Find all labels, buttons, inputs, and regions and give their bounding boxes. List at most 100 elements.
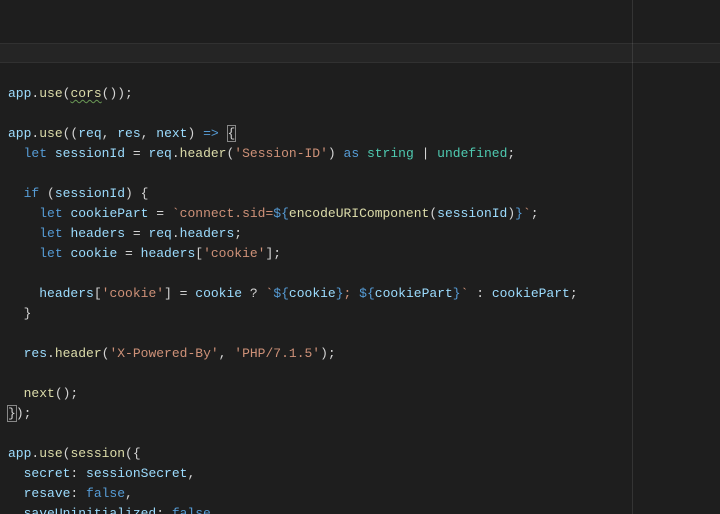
code-token: false — [172, 506, 211, 514]
code-token: ) — [328, 146, 344, 161]
code-line[interactable]: app.use((req, res, next) => { — [8, 124, 720, 144]
code-token — [8, 346, 24, 361]
code-token: resave — [24, 486, 71, 501]
code-token: saveUninitialized — [24, 506, 157, 514]
code-token: header — [55, 346, 102, 361]
code-token: secret — [24, 466, 71, 481]
code-editor[interactable]: app.use(cors()); app.use((req, res, next… — [0, 0, 720, 514]
code-token: ) { — [125, 186, 148, 201]
code-line[interactable]: }); — [8, 404, 720, 424]
code-token — [219, 126, 227, 141]
code-token: { — [227, 125, 237, 142]
code-line[interactable]: app.use(cors()); — [8, 84, 720, 104]
code-token: . — [172, 146, 180, 161]
code-token: app — [8, 446, 31, 461]
code-token: : — [156, 506, 172, 514]
code-line[interactable]: let cookiePart = `connect.sid=${encodeUR… — [8, 204, 720, 224]
code-token: ${ — [359, 286, 375, 301]
code-token: } — [8, 306, 31, 321]
code-token: sessionId — [55, 146, 125, 161]
code-line[interactable] — [8, 324, 720, 344]
code-token: } — [453, 286, 461, 301]
code-line[interactable]: next(); — [8, 384, 720, 404]
code-line[interactable]: } — [8, 304, 720, 324]
code-line[interactable] — [8, 264, 720, 284]
code-token — [8, 506, 24, 514]
code-token: ] = — [164, 286, 195, 301]
code-token: undefined — [437, 146, 507, 161]
code-token: cookiePart — [492, 286, 570, 301]
code-token: headers — [180, 226, 235, 241]
code-token — [8, 466, 24, 481]
code-token: ; — [531, 206, 539, 221]
code-line[interactable]: let cookie = headers['cookie']; — [8, 244, 720, 264]
code-token — [47, 146, 55, 161]
code-token: ; — [234, 226, 242, 241]
code-token: cookie — [195, 286, 242, 301]
code-line[interactable]: resave: false, — [8, 484, 720, 504]
code-token: : — [468, 286, 491, 301]
code-line[interactable]: secret: sessionSecret, — [8, 464, 720, 484]
code-token: : — [70, 486, 86, 501]
code-token: req — [148, 146, 171, 161]
code-token: = — [125, 226, 148, 241]
code-token: use — [39, 446, 62, 461]
code-token: ]; — [266, 246, 282, 261]
code-token: [ — [195, 246, 203, 261]
code-line[interactable] — [8, 164, 720, 184]
code-line[interactable]: headers['cookie'] = cookie ? `${cookie};… — [8, 284, 720, 304]
code-token: , — [141, 126, 157, 141]
code-token: header — [180, 146, 227, 161]
code-token: req — [78, 126, 101, 141]
code-token: [ — [94, 286, 102, 301]
code-line[interactable] — [8, 104, 720, 124]
code-token: if — [24, 186, 40, 201]
code-token: res — [24, 346, 47, 361]
code-token: cookiePart — [375, 286, 453, 301]
code-token: headers — [141, 246, 196, 261]
code-content[interactable]: app.use(cors()); app.use((req, res, next… — [8, 84, 720, 514]
code-line[interactable]: if (sessionId) { — [8, 184, 720, 204]
code-token: 'PHP/7.1.5' — [234, 346, 320, 361]
code-token: => — [203, 126, 219, 141]
code-token: = — [148, 206, 171, 221]
code-line[interactable]: let sessionId = req.header('Session-ID')… — [8, 144, 720, 164]
code-line[interactable]: let headers = req.headers; — [8, 224, 720, 244]
code-line[interactable] — [8, 364, 720, 384]
code-token — [8, 186, 24, 201]
code-token: (( — [63, 126, 79, 141]
code-token: , — [211, 506, 219, 514]
code-token: 'X-Powered-By' — [109, 346, 218, 361]
code-token: ({ — [125, 446, 141, 461]
code-token: cookie — [70, 246, 117, 261]
code-token: ); — [320, 346, 336, 361]
code-token: ()); — [102, 86, 133, 101]
code-token: ) — [187, 126, 203, 141]
code-token: cors — [70, 86, 101, 101]
code-token: : — [70, 466, 86, 481]
code-line[interactable]: saveUninitialized: false, — [8, 504, 720, 514]
code-token: sessionId — [437, 206, 507, 221]
code-line[interactable] — [8, 424, 720, 444]
code-token: , — [102, 126, 118, 141]
code-token — [8, 386, 24, 401]
code-token: | — [414, 146, 437, 161]
code-token: ( — [39, 186, 55, 201]
code-token: , — [187, 466, 195, 481]
code-line[interactable]: res.header('X-Powered-By', 'PHP/7.1.5'); — [8, 344, 720, 364]
code-token: , — [219, 346, 235, 361]
code-token — [8, 206, 39, 221]
code-token: ) — [507, 206, 515, 221]
code-token — [8, 286, 39, 301]
code-token: 'Session-ID' — [234, 146, 328, 161]
code-token: ${ — [273, 286, 289, 301]
code-token: req — [148, 226, 171, 241]
code-token: encodeURIComponent — [289, 206, 429, 221]
code-token: } — [515, 206, 523, 221]
code-token — [359, 146, 367, 161]
code-token: } — [336, 286, 344, 301]
code-token: let — [39, 206, 62, 221]
code-line[interactable]: app.use(session({ — [8, 444, 720, 464]
current-line-highlight — [0, 43, 720, 63]
code-token: use — [39, 126, 62, 141]
